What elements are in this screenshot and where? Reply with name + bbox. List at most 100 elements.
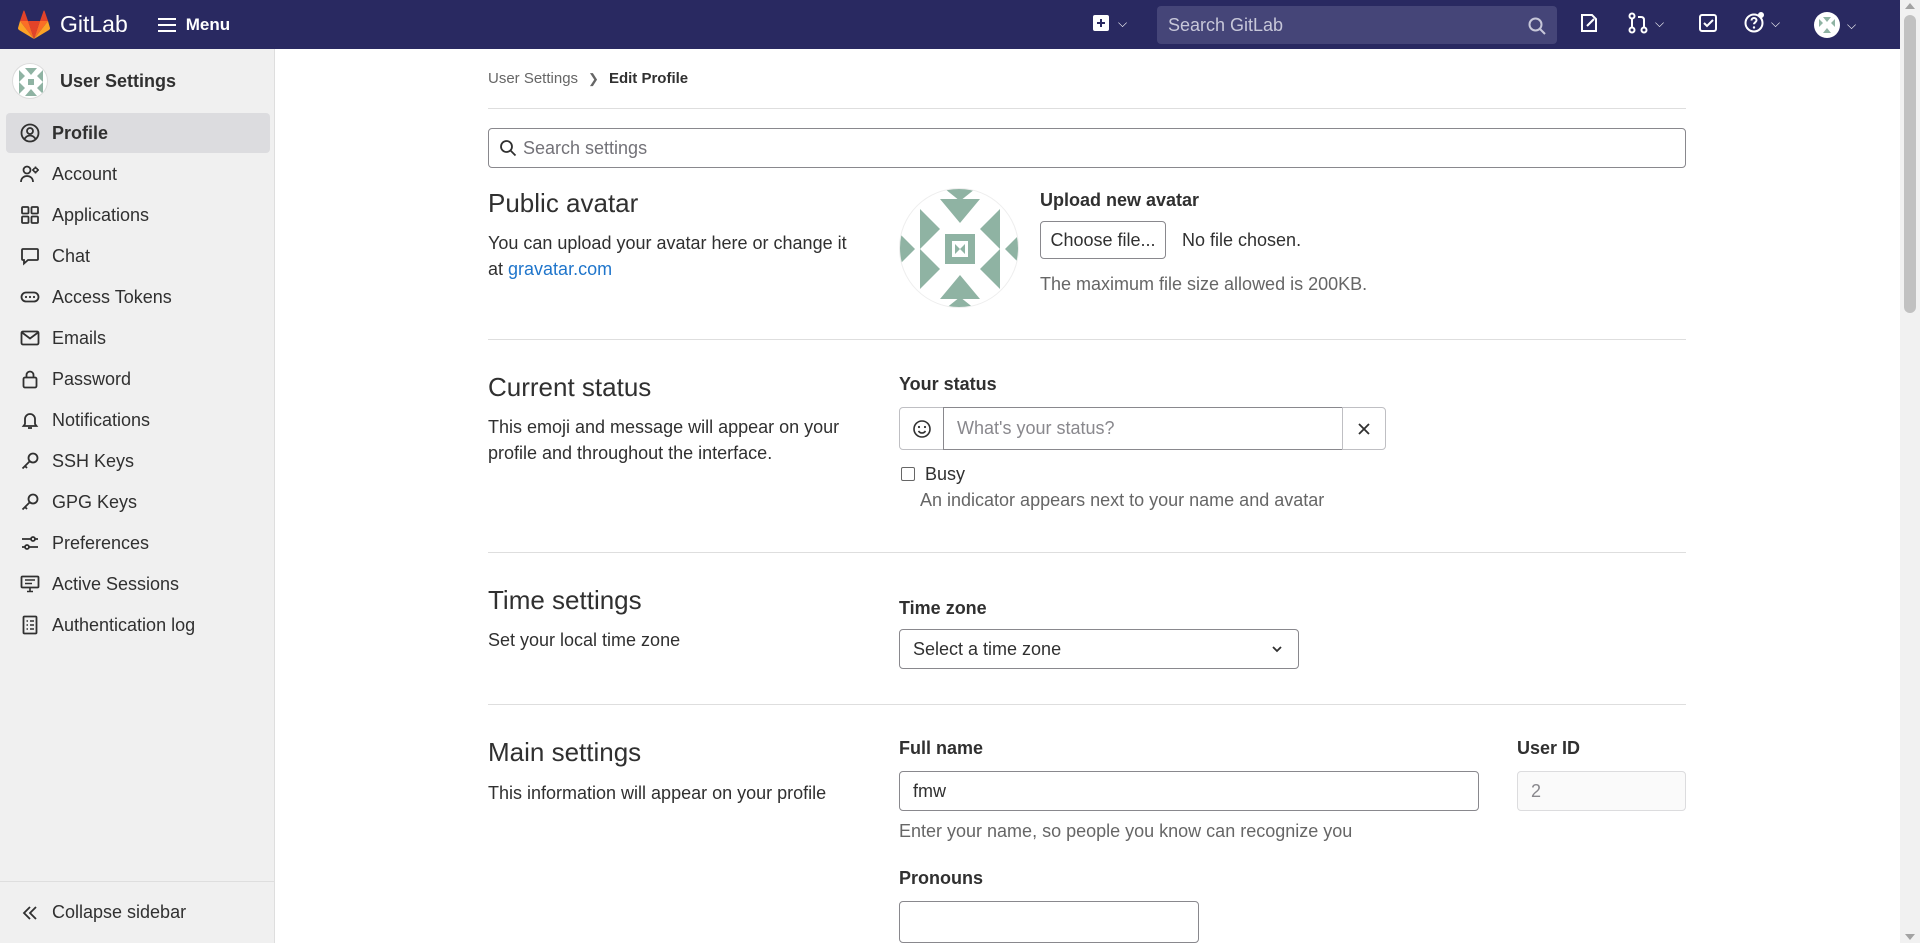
sidebar-item-label: Authentication log [52, 614, 196, 635]
sidebar-item-label: Account [52, 163, 118, 184]
new-item-dropdown[interactable]: ⌵ [1090, 12, 1127, 34]
pronouns-label: Pronouns [899, 868, 983, 888]
sidebar-item-label: Active Sessions [52, 573, 180, 594]
sidebar-header[interactable]: User Settings [0, 49, 274, 113]
global-search-placeholder: Search GitLab [1168, 14, 1284, 35]
chevron-down-icon [1272, 646, 1282, 653]
sidebar-item-label: SSH Keys [52, 450, 135, 471]
merge-request-icon [1628, 12, 1648, 34]
sidebar-item-emails[interactable]: Emails [6, 318, 270, 358]
sidebar-item-active-sessions[interactable]: Active Sessions [6, 564, 270, 604]
section-title: Current status [488, 372, 652, 402]
bell-icon [21, 413, 39, 429]
issues-icon [1581, 14, 1597, 32]
lock-icon [22, 370, 38, 389]
main-content: User Settings ❯ Edit Profile Search sett… [488, 49, 1686, 943]
settings-search-input[interactable]: Search settings [488, 128, 1686, 168]
full-name-value: fmw [913, 780, 946, 801]
choose-file-button[interactable]: Choose file... [1040, 221, 1166, 259]
applications-icon [21, 206, 39, 224]
brand-name: GitLab [60, 11, 128, 37]
pronouns-input[interactable] [899, 901, 1199, 943]
scroll-up-arrow-icon[interactable] [1905, 3, 1915, 9]
collapse-sidebar-button[interactable]: Collapse sidebar [0, 881, 274, 943]
upload-avatar-label: Upload new avatar [1040, 190, 1200, 210]
breadcrumb: User Settings ❯ Edit Profile [488, 49, 1686, 109]
section-title: Public avatar [488, 188, 639, 218]
full-name-input[interactable]: fmw [899, 771, 1479, 811]
sidebar-item-label: Applications [52, 204, 150, 225]
sidebar-item-gpg-keys[interactable]: GPG Keys [6, 482, 270, 522]
token-icon [20, 291, 40, 303]
sidebar-item-password[interactable]: Password [6, 359, 270, 399]
user-id-label: User ID [1517, 738, 1581, 758]
section-title: Time settings [488, 585, 642, 615]
search-icon [500, 140, 517, 157]
sidebar-item-access-tokens[interactable]: Access Tokens [6, 277, 270, 317]
your-status-label: Your status [899, 374, 997, 394]
gitlab-logo-icon [18, 10, 50, 39]
help-dropdown[interactable]: ⌵ [1743, 12, 1780, 34]
sidebar-item-label: Preferences [52, 532, 150, 553]
section-title: Main settings [488, 737, 642, 767]
scrollbar-thumb[interactable] [1904, 15, 1916, 313]
full-name-help: Enter your name, so people you know can … [899, 821, 1353, 841]
collapse-sidebar-label: Collapse sidebar [52, 902, 187, 922]
monitor-icon [20, 575, 40, 593]
time-zone-label: Time zone [899, 598, 987, 618]
sidebar-item-applications[interactable]: Applications [6, 195, 270, 235]
user-avatar-icon [1814, 12, 1840, 38]
sidebar-item-notifications[interactable]: Notifications [6, 400, 270, 440]
time-settings-section: Time settings Set your local time zone T… [488, 553, 1686, 705]
breadcrumb-parent-link[interactable]: User Settings [488, 70, 578, 87]
busy-checkbox[interactable] [901, 467, 915, 481]
sidebar-item-authentication-log[interactable]: Authentication log [6, 605, 270, 645]
gravatar-link[interactable]: gravatar.com [508, 259, 612, 279]
status-message-input[interactable]: What's your status? [943, 407, 1343, 450]
sidebar-item-preferences[interactable]: Preferences [6, 523, 270, 563]
chevron-down-icon: ⌵ [1655, 15, 1665, 30]
scroll-down-arrow-icon[interactable] [1905, 934, 1915, 940]
sidebar-item-profile[interactable]: Profile [6, 113, 270, 153]
section-description: This emoji and message will appear on yo… [488, 417, 840, 463]
sidebar-item-label: Notifications [52, 409, 151, 430]
top-navbar: GitLab Menu ⌵ Search GitLab ⌵ ⌵ ⌵ [0, 0, 1920, 49]
todos-button[interactable] [1697, 12, 1719, 34]
sidebar-item-ssh-keys[interactable]: SSH Keys [6, 441, 270, 481]
log-icon [22, 615, 38, 635]
main-settings-section: Main settings This information will appe… [488, 705, 1686, 943]
user-id-value: 2 [1531, 780, 1542, 801]
help-icon [1744, 12, 1764, 33]
sidebar-item-label: Chat [52, 245, 91, 266]
sidebar-item-chat[interactable]: Chat [6, 236, 270, 276]
hamburger-icon [157, 14, 176, 36]
section-description: Set your local time zone [488, 630, 681, 650]
key-icon [21, 493, 39, 511]
gitlab-logo-link[interactable]: GitLab [18, 10, 128, 40]
sidebar-item-account[interactable]: Account [6, 154, 270, 194]
time-zone-select[interactable]: Select a time zone [899, 629, 1299, 669]
busy-label: Busy [925, 464, 966, 484]
global-search-input[interactable]: Search GitLab [1157, 6, 1557, 44]
user-id-input: 2 [1517, 771, 1686, 811]
search-icon [1528, 17, 1546, 35]
smiley-icon [912, 419, 931, 438]
merge-requests-dropdown[interactable]: ⌵ [1627, 12, 1664, 34]
section-description: This information will appear on your pro… [488, 783, 827, 803]
chevron-right-icon: ❯ [588, 70, 599, 86]
menu-button[interactable]: Menu [157, 14, 231, 36]
sidebar-item-label: Access Tokens [52, 286, 172, 307]
issues-button[interactable] [1578, 12, 1600, 34]
todo-check-icon [1699, 14, 1717, 32]
max-size-help: The maximum file size allowed is 200KB. [1040, 274, 1368, 294]
chat-icon [21, 248, 39, 266]
close-icon [1358, 422, 1370, 435]
settings-search-placeholder: Search settings [523, 137, 648, 158]
user-menu-dropdown[interactable]: ⌵ [1813, 11, 1856, 39]
page-scrollbar[interactable] [1900, 0, 1920, 943]
emoji-picker-button[interactable] [899, 407, 944, 450]
sidebar-item-label: GPG Keys [52, 491, 138, 512]
busy-help: An indicator appears next to your name a… [920, 490, 1325, 510]
menu-label: Menu [185, 14, 231, 34]
clear-status-button[interactable] [1342, 407, 1386, 450]
